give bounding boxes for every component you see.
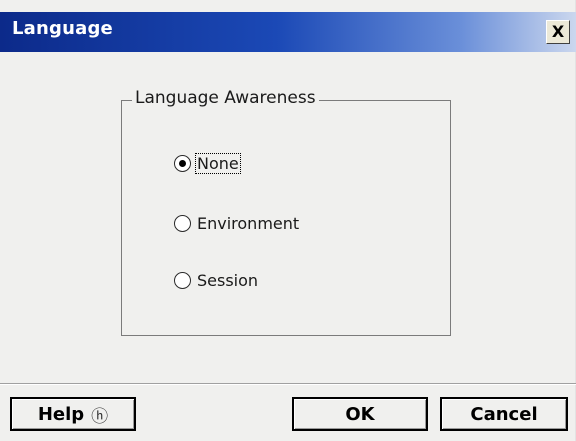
radio-unselected-icon[interactable]: [174, 214, 191, 232]
radio-session-label[interactable]: Session: [196, 271, 259, 290]
ok-button[interactable]: OK: [292, 397, 428, 431]
button-separator: [0, 383, 576, 385]
radio-none[interactable]: None: [174, 151, 241, 175]
close-button[interactable]: X: [546, 20, 570, 44]
radio-environment[interactable]: Environment: [174, 211, 300, 235]
radio-none-label[interactable]: None: [195, 152, 241, 174]
help-circle-icon: ⓗ: [91, 406, 109, 427]
language-dialog: Language X Language Awareness None Envir…: [0, 0, 576, 441]
language-awareness-group: Language Awareness None Environment Sess…: [121, 88, 451, 336]
title-bar[interactable]: Language X: [0, 12, 576, 52]
help-button[interactable]: Help ⓗ: [10, 397, 136, 431]
cancel-button[interactable]: Cancel: [440, 397, 568, 431]
window-title: Language: [12, 18, 113, 39]
radio-session[interactable]: Session: [174, 268, 259, 292]
close-icon: X: [551, 22, 565, 41]
cancel-button-label: Cancel: [470, 403, 538, 425]
help-button-label: Help: [37, 403, 85, 425]
radio-unselected-icon[interactable]: [174, 271, 191, 289]
radio-dot: [179, 159, 186, 167]
radio-environment-label[interactable]: Environment: [196, 214, 300, 233]
ok-button-label: OK: [345, 403, 375, 425]
group-legend: Language Awareness: [132, 88, 319, 108]
radio-selected-icon[interactable]: [174, 154, 191, 172]
